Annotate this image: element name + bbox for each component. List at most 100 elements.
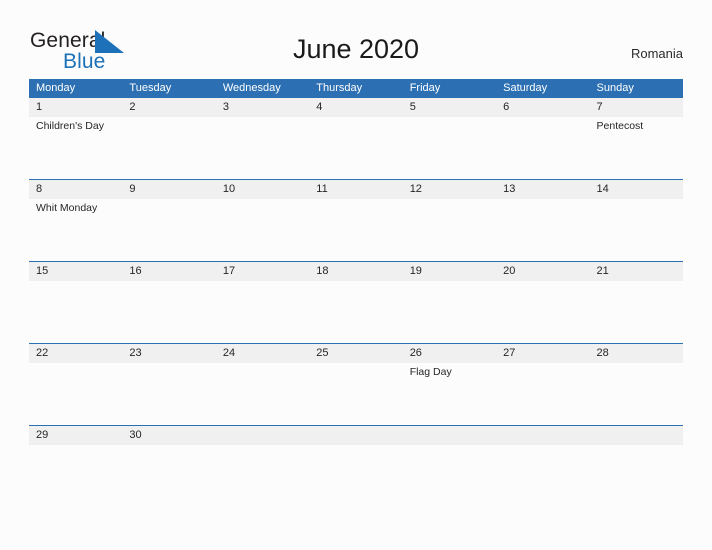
day-number-12[interactable]: 12 (403, 180, 496, 199)
day-events-cell (122, 117, 215, 179)
day-events-cell (403, 199, 496, 261)
day-number-empty (496, 426, 589, 445)
day-number-15[interactable]: 15 (29, 262, 122, 281)
week-events-band: Whit Monday (29, 199, 683, 261)
day-number-6[interactable]: 6 (496, 98, 589, 117)
day-events-cell (216, 445, 309, 465)
day-events-cell (590, 199, 683, 261)
week-daynumber-band: 22 23 24 25 26 27 28 (29, 344, 683, 363)
country-label: Romania (630, 46, 683, 61)
day-number-5[interactable]: 5 (403, 98, 496, 117)
day-number-empty (216, 426, 309, 445)
weekday-header-sunday: Sunday (596, 82, 634, 94)
day-number-empty (309, 426, 402, 445)
day-number-20[interactable]: 20 (496, 262, 589, 281)
day-events-cell (496, 117, 589, 179)
day-number-22[interactable]: 22 (29, 344, 122, 363)
day-events-cell (122, 363, 215, 425)
weekday-header-tuesday: Tuesday (129, 82, 172, 94)
day-events-cell: Children's Day (29, 117, 122, 179)
day-events-cell (29, 445, 122, 465)
week-daynumber-band: 1234567 (29, 98, 683, 117)
week-daynumber-band: 8 9 10 11 12 13 14 (29, 180, 683, 199)
day-number-18[interactable]: 18 (309, 262, 402, 281)
day-number-1[interactable]: 1 (29, 98, 122, 117)
day-events-cell: Flag Day (403, 363, 496, 425)
day-number-11[interactable]: 11 (309, 180, 402, 199)
day-number-26[interactable]: 26 (403, 344, 496, 363)
day-events-cell: Pentecost (590, 117, 683, 179)
day-number-3[interactable]: 3 (216, 98, 309, 117)
day-number-13[interactable]: 13 (496, 180, 589, 199)
day-events-cell (590, 445, 683, 465)
week-daynumber-band: 15 16 17 18 19 20 21 (29, 262, 683, 281)
day-number-17[interactable]: 17 (216, 262, 309, 281)
week-events-band: Flag Day (29, 363, 683, 425)
day-events-cell (29, 281, 122, 343)
day-events-cell (496, 445, 589, 465)
day-number-24[interactable]: 24 (216, 344, 309, 363)
calendar-weeks: 1 2 3 4 5 6 7 Children's Day Pentecost 8 9 10 11 12 13… (29, 97, 683, 465)
week-events-band (29, 281, 683, 343)
day-events-cell (122, 445, 215, 465)
holiday-label: Children's Day (36, 120, 104, 132)
weekday-header-friday: Friday (409, 82, 441, 94)
week-events-band: Children's Day Pentecost (29, 117, 683, 179)
day-events-cell (496, 199, 589, 261)
calendar-week-row: 22 23 24 25 26 27 28 Flag Day (29, 343, 683, 425)
day-events-cell (309, 199, 402, 261)
week-events-band (29, 445, 683, 465)
day-number-16[interactable]: 16 (122, 262, 215, 281)
day-events-cell (29, 363, 122, 425)
day-number-empty (403, 426, 496, 445)
day-number-19[interactable]: 19 (403, 262, 496, 281)
weekday-header-row: Monday Tuesday Wednesday Thursday Friday… (29, 79, 683, 97)
day-number-23[interactable]: 23 (122, 344, 215, 363)
day-events-cell (309, 445, 402, 465)
day-events-cell (309, 281, 402, 343)
day-events-cell (403, 281, 496, 343)
day-number-9[interactable]: 9 (122, 180, 215, 199)
day-number-30[interactable]: 30 (122, 426, 215, 445)
day-events-cell (309, 117, 402, 179)
day-number-7[interactable]: 7 (590, 98, 683, 117)
weekday-header-saturday: Saturday (503, 82, 548, 94)
day-number-21[interactable]: 21 (590, 262, 683, 281)
day-events-cell (122, 281, 215, 343)
calendar-week-row: 8 9 10 11 12 13 14 Whit Monday (29, 179, 683, 261)
day-number-27[interactable]: 27 (496, 344, 589, 363)
day-events-cell (122, 199, 215, 261)
day-events-cell (403, 117, 496, 179)
holiday-label: Flag Day (409, 366, 452, 378)
day-number-28[interactable]: 28 (590, 344, 683, 363)
day-events-cell (496, 281, 589, 343)
day-events-cell (403, 445, 496, 465)
day-number-empty (590, 426, 683, 445)
day-events-cell (216, 363, 309, 425)
weekday-header-thursday: Thursday (316, 82, 363, 94)
calendar-table: Monday Tuesday Wednesday Thursday Friday… (29, 79, 683, 465)
day-events-cell (309, 363, 402, 425)
day-events-cell (590, 363, 683, 425)
day-number-29[interactable]: 29 (29, 426, 122, 445)
calendar-week-row: 15 16 17 18 19 20 21 (29, 261, 683, 343)
day-events-cell: Whit Monday (29, 199, 122, 261)
day-number-2[interactable]: 2 (122, 98, 215, 117)
calendar-week-row: 29 30 (29, 425, 683, 465)
day-number-14[interactable]: 14 (590, 180, 683, 199)
day-number-25[interactable]: 25 (309, 344, 402, 363)
week-daynumber-band: 29 30 (29, 426, 683, 445)
day-number-4[interactable]: 4 (309, 98, 402, 117)
weekday-header-monday: Monday (36, 82, 76, 94)
day-number-10[interactable]: 10 (216, 180, 309, 199)
weekday-header-wednesday: Wednesday (222, 82, 281, 94)
day-events-cell (216, 117, 309, 179)
day-events-cell (590, 281, 683, 343)
holiday-label: Pentecost (596, 120, 644, 132)
day-number-8[interactable]: 8 (29, 180, 122, 199)
calendar-week-row: 1 2 3 4 5 6 7 Children's Day Pentecost (29, 97, 683, 179)
holiday-label: Whit Monday (36, 202, 98, 214)
day-events-cell (216, 199, 309, 261)
page-header: General Blue June 2020 Romania (0, 0, 712, 79)
day-events-cell (496, 363, 589, 425)
